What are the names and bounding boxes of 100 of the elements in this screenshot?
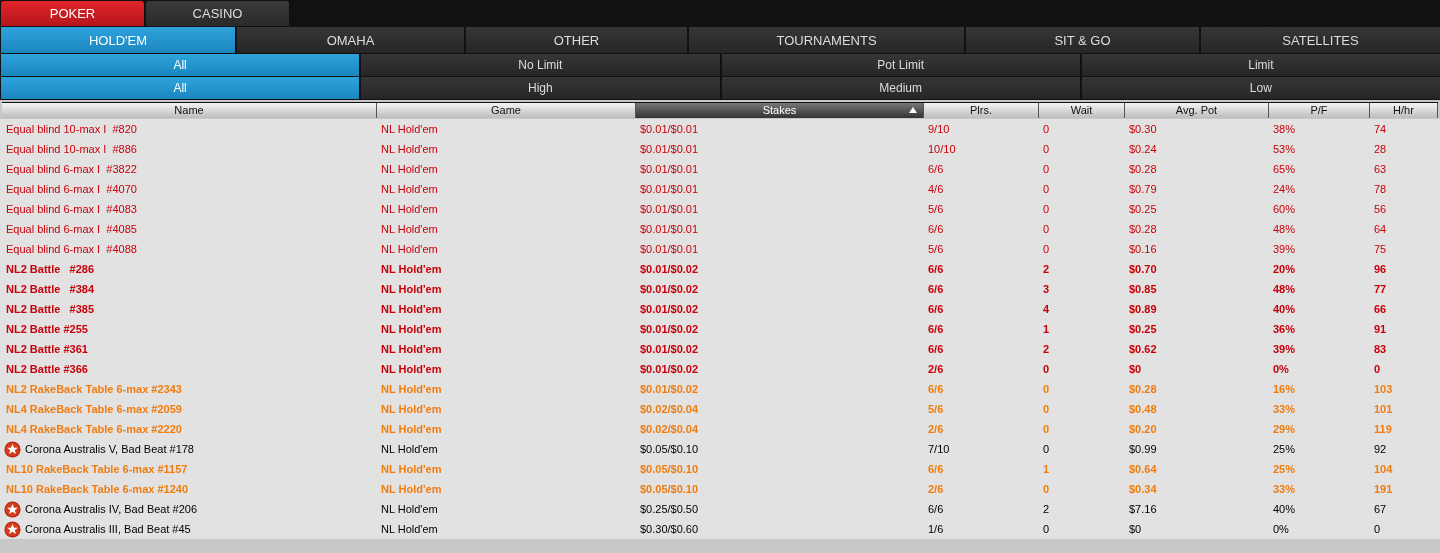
- table-cell: 28: [1374, 143, 1387, 155]
- stake-filter-tab[interactable]: Low: [1081, 77, 1440, 99]
- top-tab[interactable]: POKER: [1, 1, 144, 26]
- table-cell: 66: [1374, 303, 1387, 315]
- table-cell: 53%: [1273, 143, 1296, 155]
- game-tab[interactable]: TOURNAMENTS: [689, 27, 964, 53]
- table-cell: NL Hold'em: [381, 243, 438, 255]
- table-name: Equal blind 6-max I #4088: [6, 243, 137, 255]
- table-cell: 104: [1374, 463, 1393, 475]
- table-cell: $0.70: [1129, 263, 1157, 275]
- stake-filter-tab[interactable]: High: [361, 77, 720, 99]
- table-cell: 39%: [1273, 343, 1296, 355]
- game-tab[interactable]: OTHER: [466, 27, 687, 53]
- table-name: Corona Australis III, Bad Beat #45: [25, 523, 191, 535]
- column-header[interactable]: Name: [2, 102, 377, 118]
- table-cell: 77: [1374, 283, 1387, 295]
- table-cell: 0: [1043, 143, 1050, 155]
- table-name: NL2 Battle #366: [6, 363, 88, 375]
- table-cell: 7/10: [928, 443, 950, 455]
- table-cell: 6/6: [928, 223, 944, 235]
- table-cell: 6/6: [928, 323, 944, 335]
- table-cell: 6/6: [928, 383, 944, 395]
- table-cell: $0.01/$0.01: [640, 123, 699, 135]
- table-cell: $0.62: [1129, 343, 1157, 355]
- game-tab[interactable]: OMAHA: [237, 27, 464, 53]
- table-cell: NL Hold'em: [381, 343, 442, 355]
- table-cell: 3: [1043, 283, 1050, 295]
- table-name: Corona Australis IV, Bad Beat #206: [25, 503, 198, 515]
- column-header[interactable]: Plrs.: [924, 102, 1039, 118]
- table-cell: $0.01/$0.01: [640, 203, 699, 215]
- table-cell: $0.48: [1129, 403, 1157, 415]
- table-name: NL2 RakeBack Table 6-max #2343: [6, 383, 182, 395]
- table-cell: 56: [1374, 203, 1387, 215]
- table-cell: 6/6: [928, 263, 944, 275]
- table-cell: $0.01/$0.02: [640, 363, 699, 375]
- table-cell: 6/6: [928, 463, 944, 475]
- column-header[interactable]: Avg. Pot: [1125, 102, 1269, 118]
- table-name: Equal blind 6-max I #3822: [6, 163, 137, 175]
- game-tab[interactable]: SIT & GO: [966, 27, 1199, 53]
- table-name: NL2 Battle #384: [6, 283, 95, 295]
- table-cell: $0.01/$0.02: [640, 383, 699, 395]
- table-cell: 29%: [1273, 423, 1296, 435]
- table-cell: NL Hold'em: [381, 463, 442, 475]
- table-cell: $0.64: [1129, 463, 1157, 475]
- table-cell: $0.01/$0.01: [640, 163, 699, 175]
- table-cell: 2: [1043, 503, 1050, 515]
- limit-filter-tab[interactable]: No Limit: [361, 54, 720, 76]
- column-header[interactable]: P/F: [1269, 102, 1370, 118]
- column-header[interactable]: Wait: [1039, 102, 1125, 118]
- table-name: NL4 RakeBack Table 6-max #2059: [6, 403, 182, 415]
- table-cell: 6/6: [928, 283, 944, 295]
- table-cell: NL Hold'em: [381, 483, 442, 495]
- table-name: NL4 RakeBack Table 6-max #2220: [6, 423, 182, 435]
- table-cell: 10/10: [928, 143, 956, 155]
- table-cell: 0: [1043, 223, 1050, 235]
- top-tab[interactable]: CASINO: [146, 1, 289, 26]
- table-cell: 48%: [1273, 223, 1296, 235]
- table-cell: NL Hold'em: [381, 203, 438, 215]
- table-cell: $0.01/$0.01: [640, 143, 699, 155]
- table-cell: NL Hold'em: [381, 123, 438, 135]
- table-cell: 103: [1374, 383, 1393, 395]
- table-cell: 75: [1374, 243, 1387, 255]
- limit-filter-tab[interactable]: Pot Limit: [721, 54, 1080, 76]
- column-header[interactable]: Stakes: [636, 102, 924, 118]
- table-cell: 33%: [1273, 403, 1296, 415]
- table-cell: $0.28: [1129, 223, 1157, 235]
- table-cell: 0: [1043, 183, 1050, 195]
- table-cell: 4: [1043, 303, 1050, 315]
- column-header[interactable]: Game: [377, 102, 636, 118]
- table-cell: 5/6: [928, 203, 944, 215]
- table-cell: 1: [1043, 463, 1050, 475]
- table-cell: NL Hold'em: [381, 383, 442, 395]
- limit-filter-tab[interactable]: Limit: [1081, 54, 1440, 76]
- table-cell: $0.16: [1129, 243, 1157, 255]
- table-cell: 0: [1043, 523, 1050, 535]
- table-cell: 25%: [1273, 443, 1296, 455]
- table-cell: 40%: [1273, 503, 1296, 515]
- table-cell: 60%: [1273, 203, 1296, 215]
- table-cell: 0: [1043, 363, 1050, 375]
- table-cell: $0.01/$0.01: [640, 183, 699, 195]
- table-cell: $0: [1129, 363, 1142, 375]
- table-name: Equal blind 6-max I #4070: [6, 183, 137, 195]
- column-header[interactable]: H/hr: [1370, 102, 1438, 118]
- table-cell: NL Hold'em: [381, 403, 442, 415]
- table-cell: 63: [1374, 163, 1387, 175]
- table-cell: $0.01/$0.02: [640, 343, 699, 355]
- table-cell: 92: [1374, 443, 1387, 455]
- table-cell: $0.02/$0.04: [640, 423, 699, 435]
- table-cell: 0: [1043, 403, 1050, 415]
- stake-filter-tab[interactable]: Medium: [721, 77, 1080, 99]
- game-tab[interactable]: SATELLITES: [1201, 27, 1440, 53]
- table-cell: $0.25: [1129, 203, 1157, 215]
- table-cell: 0: [1043, 423, 1050, 435]
- table-cell: NL Hold'em: [381, 423, 442, 435]
- table-cell: 64: [1374, 223, 1387, 235]
- table-cell: 9/10: [928, 123, 950, 135]
- sort-ascending-icon: [909, 106, 917, 113]
- table-cell: $0.01/$0.02: [640, 283, 699, 295]
- table-name: NL2 Battle #286: [6, 263, 95, 275]
- table-cell: 6/6: [928, 343, 944, 355]
